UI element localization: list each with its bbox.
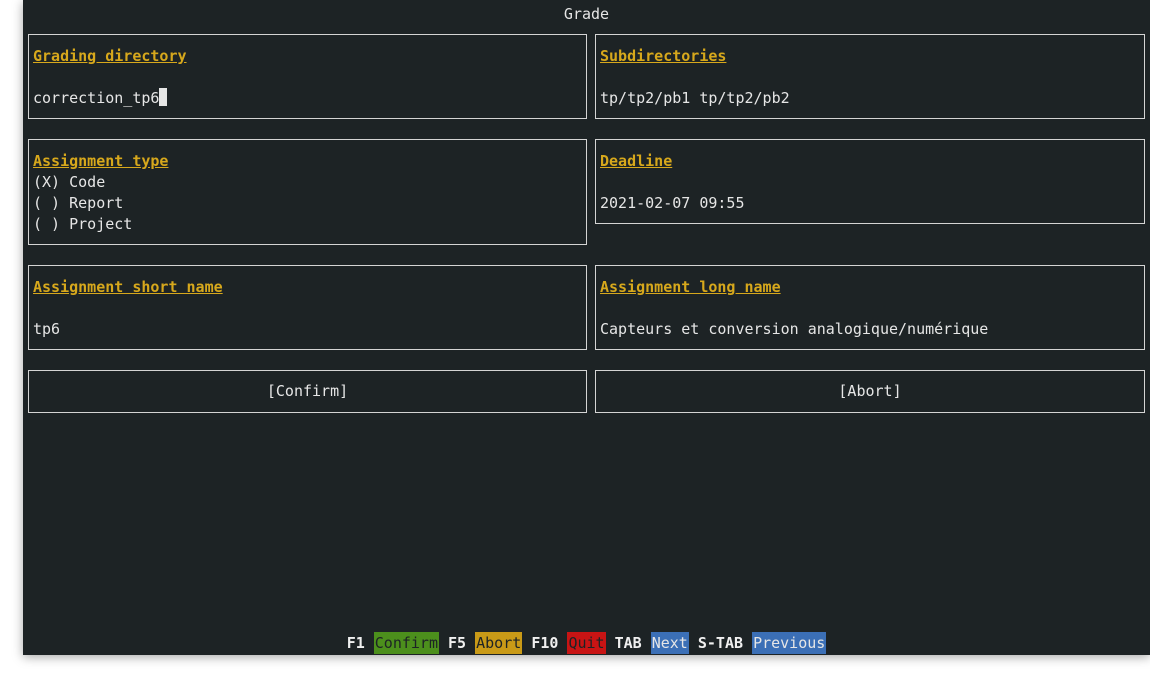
hint-abort[interactable]: Abort	[475, 632, 523, 654]
short-name-field[interactable]: tp6	[33, 319, 60, 339]
assignment-type-radio-group: (X) Code ( ) Report ( ) Project	[33, 172, 132, 235]
long-name-panel[interactable]: Assignment long name Capteurs et convers…	[595, 265, 1145, 350]
text-cursor	[159, 88, 168, 106]
deadline-field[interactable]: 2021-02-07 09:55	[600, 193, 745, 213]
short-name-panel[interactable]: Assignment short name tp6	[28, 265, 587, 350]
long-name-label: Assignment long name	[600, 278, 781, 296]
key-tab: TAB	[614, 634, 642, 652]
deadline-panel[interactable]: Deadline 2021-02-07 09:55	[595, 139, 1145, 224]
key-hints-bar: F1 Confirm F5 Abort F10 Quit TAB Next S-…	[23, 632, 1150, 654]
confirm-button[interactable]: [Confirm]	[28, 370, 587, 413]
window-title: Grade	[563, 5, 610, 23]
assignment-type-label: Assignment type	[33, 152, 169, 170]
radio-option-code[interactable]: (X) Code	[33, 172, 132, 193]
hint-quit[interactable]: Quit	[567, 632, 606, 654]
grading-directory-panel[interactable]: Grading directory correction_tp6	[28, 34, 587, 119]
long-name-field[interactable]: Capteurs et conversion analogique/numéri…	[600, 319, 988, 339]
terminal-window: Grade Grading directory correction_tp6 S…	[23, 0, 1150, 655]
abort-button[interactable]: [Abort]	[595, 370, 1145, 413]
key-f1: F1	[346, 634, 365, 652]
grading-directory-field[interactable]: correction_tp6	[33, 88, 168, 108]
grading-directory-label: Grading directory	[33, 47, 187, 65]
subdirectories-label: Subdirectories	[600, 47, 727, 65]
short-name-label: Assignment short name	[33, 278, 223, 296]
key-f5: F5	[448, 634, 467, 652]
hint-previous[interactable]: Previous	[752, 632, 827, 654]
key-shift-tab: S-TAB	[697, 634, 744, 652]
hint-next[interactable]: Next	[650, 632, 689, 654]
subdirectories-field[interactable]: tp/tp2/pb1 tp/tp2/pb2	[600, 88, 790, 108]
key-f10: F10	[531, 634, 559, 652]
hint-confirm[interactable]: Confirm	[373, 632, 439, 654]
grading-directory-value: correction_tp6	[33, 89, 160, 107]
subdirectories-panel[interactable]: Subdirectories tp/tp2/pb1 tp/tp2/pb2	[595, 34, 1145, 119]
radio-option-project[interactable]: ( ) Project	[33, 214, 132, 235]
deadline-label: Deadline	[600, 152, 673, 170]
radio-option-report[interactable]: ( ) Report	[33, 193, 132, 214]
assignment-type-panel[interactable]: Assignment type (X) Code ( ) Report ( ) …	[28, 139, 587, 245]
